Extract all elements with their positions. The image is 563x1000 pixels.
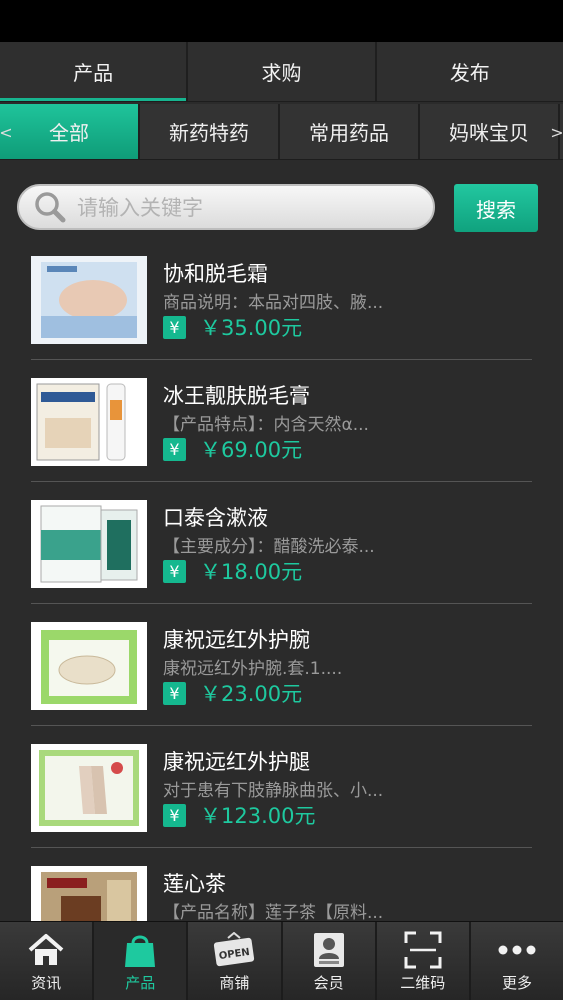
tab-products[interactable]: 产品 xyxy=(0,42,189,101)
product-price: ￥23.00元 xyxy=(200,682,303,706)
nav-label: 商铺 xyxy=(219,973,250,992)
search-input[interactable]: 请输入关键字 xyxy=(17,184,435,230)
divider xyxy=(31,481,532,482)
yen-icon: ¥ xyxy=(163,681,186,705)
category-mom-baby[interactable]: 妈咪宝贝 xyxy=(420,104,560,159)
yen-icon: ¥ xyxy=(163,559,186,583)
price-row: ¥ ￥69.00元 xyxy=(163,436,302,462)
shopping-bag-icon xyxy=(123,930,157,970)
nav-qrcode[interactable]: 二维码 xyxy=(377,922,471,1000)
top-tab-bar: 产品 求购 发布 xyxy=(0,42,563,102)
product-name: 协和脱毛霜 xyxy=(163,262,268,286)
category-new-drugs[interactable]: 新药特药 xyxy=(140,104,280,159)
price-row: ¥ ￥35.00元 xyxy=(163,314,302,340)
product-name: 冰王靓肤脱毛膏 xyxy=(163,384,310,408)
more-dots-icon xyxy=(497,930,537,970)
product-item[interactable]: 康祝远红外护腕 康祝远红外护腕.套.1.... ¥ ￥23.00元 xyxy=(0,618,563,740)
product-image xyxy=(31,378,147,466)
nav-products[interactable]: 产品 xyxy=(94,922,189,1000)
product-item[interactable]: 康祝远红外护腿 对于患有下肢静脉曲张、小... ¥ ￥123.00元 xyxy=(0,740,563,862)
nav-shops[interactable]: OPEN 商铺 xyxy=(188,922,283,1000)
product-desc: 【产品特点】：内含天然α... xyxy=(163,415,369,435)
product-name: 康祝远红外护腕 xyxy=(163,628,310,652)
divider xyxy=(31,725,532,726)
category-bar: < 全部 新药特药 常用药品 妈咪宝贝 > xyxy=(0,104,563,160)
product-item[interactable]: 协和脱毛霜 商品说明：本品对四肢、腋... ¥ ￥35.00元 xyxy=(0,252,563,374)
product-image xyxy=(31,744,147,832)
price-row: ¥ ￥123.00元 xyxy=(163,802,315,828)
search-placeholder: 请输入关键字 xyxy=(77,196,203,220)
product-price: ￥69.00元 xyxy=(200,438,303,462)
product-item[interactable]: 冰王靓肤脱毛膏 【产品特点】：内含天然α... ¥ ￥69.00元 xyxy=(0,374,563,496)
nav-label: 会员 xyxy=(313,973,344,992)
price-row: ¥ ￥23.00元 xyxy=(163,680,302,706)
search-button[interactable]: 搜索 xyxy=(454,184,538,232)
qr-scan-icon xyxy=(404,930,442,970)
nav-members[interactable]: 会员 xyxy=(283,922,377,1000)
divider xyxy=(31,603,532,604)
yen-icon: ¥ xyxy=(163,803,186,827)
member-card-icon xyxy=(312,930,346,970)
yen-icon: ¥ xyxy=(163,315,186,339)
tab-wanted[interactable]: 求购 xyxy=(188,42,377,101)
product-desc: 对于患有下肢静脉曲张、小... xyxy=(163,781,384,801)
product-image xyxy=(31,500,147,588)
price-row: ¥ ￥18.00元 xyxy=(163,558,302,584)
product-desc: 康祝远红外护腕.套.1.... xyxy=(163,659,343,679)
product-price: ￥18.00元 xyxy=(200,560,303,584)
nav-label: 资讯 xyxy=(31,973,62,992)
status-bar xyxy=(0,0,563,42)
nav-label: 产品 xyxy=(125,973,156,992)
yen-icon: ¥ xyxy=(163,437,186,461)
product-image xyxy=(31,622,147,710)
category-scroll-left-icon[interactable]: < xyxy=(0,104,13,160)
nav-label: 更多 xyxy=(501,973,532,992)
tab-publish[interactable]: 发布 xyxy=(377,42,563,101)
product-name: 莲心茶 xyxy=(163,872,226,896)
product-desc: 【产品名称】莲子茶【原料... xyxy=(163,903,384,923)
product-image xyxy=(31,256,147,344)
nav-label: 二维码 xyxy=(400,973,446,992)
product-list: 协和脱毛霜 商品说明：本品对四肢、腋... ¥ ￥35.00元 冰王靓肤脱毛膏 … xyxy=(0,252,563,984)
product-item[interactable]: 口泰含漱液 【主要成分】：醋酸洗必泰... ¥ ￥18.00元 xyxy=(0,496,563,618)
product-name: 口泰含漱液 xyxy=(163,506,268,530)
divider xyxy=(31,359,532,360)
category-scroll-right-icon[interactable]: > xyxy=(550,104,563,160)
home-icon xyxy=(27,930,65,970)
product-desc: 【主要成分】：醋酸洗必泰... xyxy=(163,537,375,557)
search-icon xyxy=(35,192,66,223)
category-all[interactable]: 全部 xyxy=(0,104,140,159)
search-row: 请输入关键字 搜索 xyxy=(0,160,563,252)
divider xyxy=(31,847,532,848)
product-price: ￥35.00元 xyxy=(200,316,303,340)
bottom-nav: 资讯 产品 OPEN 商铺 会员 二维码 更多 xyxy=(0,921,563,1000)
category-common-drugs[interactable]: 常用药品 xyxy=(280,104,420,159)
product-desc: 商品说明：本品对四肢、腋... xyxy=(163,293,384,313)
nav-more[interactable]: 更多 xyxy=(471,922,563,1000)
nav-news[interactable]: 资讯 xyxy=(0,922,95,1000)
product-name: 康祝远红外护腿 xyxy=(163,750,310,774)
open-sign-icon: OPEN xyxy=(212,930,256,970)
product-price: ￥123.00元 xyxy=(200,804,316,828)
